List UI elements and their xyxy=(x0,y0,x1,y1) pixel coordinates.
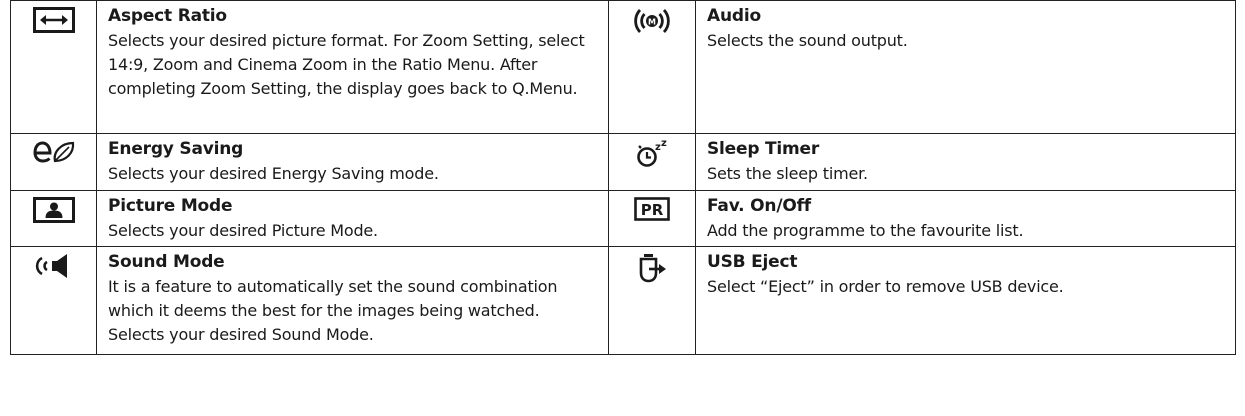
pr-fav-icon: PR xyxy=(634,197,670,221)
table-row: Sound Mode It is a feature to automatica… xyxy=(10,246,1236,355)
table-row: Picture Mode Selects your desired Pictur… xyxy=(10,190,1236,247)
item-description: Sets the sleep timer. xyxy=(707,164,868,183)
item-description: Select “Eject” in order to remove USB de… xyxy=(707,277,1064,296)
item-description: Selects your desired Picture Mode. xyxy=(108,221,378,240)
icon-cell: PR xyxy=(608,190,696,247)
icon-cell: z z xyxy=(608,133,696,191)
item-title: Audio xyxy=(707,6,761,26)
icon-cell xyxy=(10,190,97,247)
icon-cell xyxy=(608,246,696,355)
icon-cell xyxy=(10,133,97,191)
item-description: It is a feature to automatically set the… xyxy=(108,277,558,344)
item-title: Sleep Timer xyxy=(707,139,820,159)
menu-item-usb-eject: USB Eject Select “Eject” in order to rem… xyxy=(695,246,1236,355)
item-title: Fav. On/Off xyxy=(707,196,811,216)
item-title: Sound Mode xyxy=(108,252,225,272)
sound-mode-icon xyxy=(35,253,73,279)
menu-item-fav-on-off: Fav. On/Off Add the programme to the fav… xyxy=(695,190,1236,247)
item-description: Add the programme to the favourite list. xyxy=(707,221,1024,240)
item-title: Aspect Ratio xyxy=(108,6,227,26)
item-description: Selects your desired Energy Saving mode. xyxy=(108,164,439,183)
audio-icon: M xyxy=(632,7,672,35)
menu-item-sleep-timer: Sleep Timer Sets the sleep timer. xyxy=(695,133,1236,191)
item-title: Energy Saving xyxy=(108,139,244,159)
table-row: Energy Saving Selects your desired Energ… xyxy=(10,133,1236,191)
icon-cell: M xyxy=(608,0,696,134)
item-description: Selects your desired picture format. For… xyxy=(108,31,585,98)
picture-mode-icon xyxy=(32,197,75,223)
icon-cell xyxy=(10,0,97,134)
item-title: USB Eject xyxy=(707,252,798,272)
icon-cell xyxy=(10,246,97,355)
table-row: Aspect Ratio Selects your desired pictur… xyxy=(10,0,1236,134)
svg-text:z: z xyxy=(661,140,667,149)
energy-saving-icon xyxy=(32,140,76,164)
item-description: Selects the sound output. xyxy=(707,31,908,50)
menu-item-sound-mode: Sound Mode It is a feature to automatica… xyxy=(96,246,609,355)
menu-item-aspect-ratio: Aspect Ratio Selects your desired pictur… xyxy=(96,0,609,134)
item-title: Picture Mode xyxy=(108,196,233,216)
pr-icon-text: PR xyxy=(641,201,664,219)
quick-menu-table: Aspect Ratio Selects your desired pictur… xyxy=(10,0,1236,355)
menu-item-energy-saving: Energy Saving Selects your desired Energ… xyxy=(96,133,609,191)
svg-text:M: M xyxy=(648,18,656,27)
usb-eject-icon xyxy=(637,253,667,283)
menu-item-audio: Audio Selects the sound output. xyxy=(695,0,1236,134)
sleep-timer-icon: z z xyxy=(635,140,669,168)
menu-item-picture-mode: Picture Mode Selects your desired Pictur… xyxy=(96,190,609,247)
aspect-ratio-icon xyxy=(32,7,75,33)
